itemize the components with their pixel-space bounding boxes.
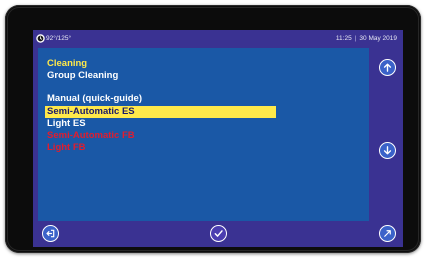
help-icon [384, 230, 391, 237]
status-left: 92°/125° [36, 34, 71, 43]
menu-item-light-fb[interactable]: Light FB [47, 142, 86, 154]
scroll-up-button[interactable] [379, 59, 396, 76]
touch-screen: 92°/125° 11:25 | 30 May 2019 Cleaning Gr… [33, 30, 403, 247]
checkmark-icon [214, 230, 223, 237]
menu-item-manual-quick-guide[interactable]: Manual (quick-guide) [47, 93, 142, 105]
device-bezel: 92°/125° 11:25 | 30 May 2019 Cleaning Gr… [5, 5, 421, 253]
arrow-down-icon [383, 146, 392, 155]
menu-item-semi-automatic-es[interactable]: Semi-Automatic ES [45, 106, 276, 118]
scroll-bar [369, 48, 403, 221]
bottom-toolbar [33, 221, 403, 247]
status-separator: | [354, 35, 357, 42]
back-button[interactable] [42, 225, 59, 242]
help-button[interactable] [379, 225, 396, 242]
status-right: 11:25 | 30 May 2019 [336, 35, 397, 42]
menu-panel: Cleaning Group Cleaning Manual (quick-gu… [38, 48, 369, 221]
menu-title: Cleaning [47, 58, 88, 69]
menu-item-light-es[interactable]: Light ES [47, 118, 86, 130]
menu-item-group-cleaning[interactable]: Group Cleaning [47, 70, 118, 82]
arrow-up-icon [383, 63, 392, 72]
date-readout: 30 May 2019 [359, 35, 397, 42]
confirm-button[interactable] [210, 225, 227, 242]
exit-icon [46, 229, 55, 238]
menu-item-semi-automatic-fb[interactable]: Semi-Automatic FB [47, 130, 135, 142]
status-bar: 92°/125° 11:25 | 30 May 2019 [33, 30, 403, 48]
time-readout: 11:25 [335, 35, 352, 42]
scroll-down-button[interactable] [379, 142, 396, 159]
temperature-readout: 92°/125° [46, 35, 72, 42]
clock-icon [36, 34, 45, 43]
